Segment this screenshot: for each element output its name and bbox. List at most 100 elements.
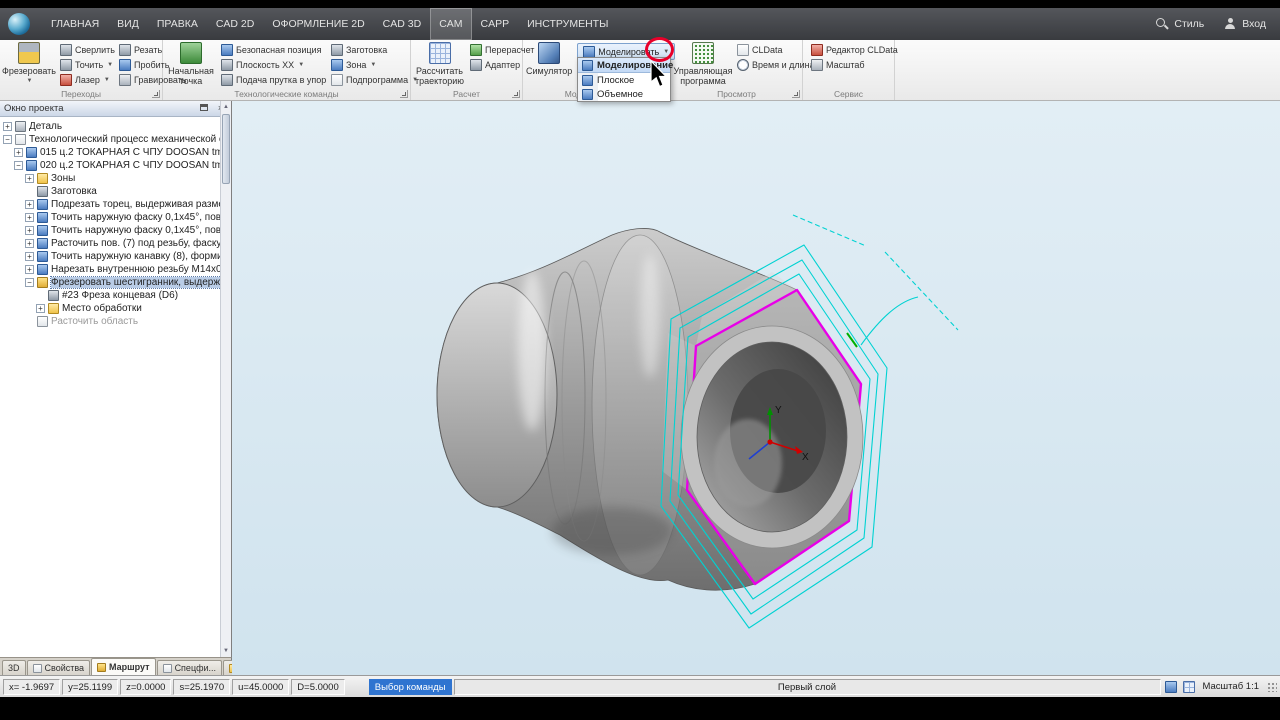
tree-item[interactable]: − 020 ц.2 ТОКАРНАЯ С ЧПУ DOOSAN tm: [0, 159, 231, 172]
style-label[interactable]: Стиль: [1174, 18, 1204, 30]
tree-item[interactable]: − Фрезеровать шестигранник, выдерживая р: [0, 276, 231, 289]
status-field-2: z=0.0000: [120, 678, 172, 695]
menu-tab-6[interactable]: CAM: [430, 8, 472, 40]
zone-button[interactable]: Зона ▼: [328, 57, 404, 72]
recalc-button[interactable]: Перерасчет: [467, 42, 534, 57]
app-logo-icon[interactable]: [8, 13, 30, 35]
minus-expander-icon[interactable]: −: [3, 135, 12, 144]
tree-item[interactable]: +015 ц.2 ТОКАРНАЯ С ЧПУ DOOSAN tm: [0, 146, 231, 159]
bottom-tab-2[interactable]: Маршрут: [91, 658, 156, 675]
plane-button[interactable]: Плоскость XX ▼: [218, 57, 326, 72]
tree-item[interactable]: Заготовка: [0, 185, 231, 198]
area-icon: [37, 316, 48, 327]
scale-icon: [811, 58, 823, 71]
tree-item-label: Расточить пов. (7) под резьбу, фаску 0,1…: [51, 238, 231, 249]
tree-item[interactable]: + Зоны: [0, 172, 231, 185]
tree-item[interactable]: + Точить наружную фаску 0,1х45°, пов. (6)…: [0, 211, 231, 224]
plus-expander-icon[interactable]: +: [25, 265, 34, 274]
subprogram-button[interactable]: Подпрограмма ▼: [328, 72, 418, 87]
menu-tab-1[interactable]: ВИД: [108, 8, 148, 40]
turn-button[interactable]: Точить ▼: [57, 57, 114, 72]
tree-item[interactable]: #23 Фреза концевая (D6): [0, 289, 231, 302]
folder-icon: [37, 173, 48, 184]
view-mode-icon[interactable]: [1164, 680, 1177, 693]
start-point-button[interactable]: Начальная точка: [166, 42, 216, 86]
axis-x-label: X: [802, 452, 809, 463]
bottom-tab-1[interactable]: Свойства: [26, 660, 91, 675]
plus-expander-icon[interactable]: +: [14, 148, 23, 157]
punch-button[interactable]: Пробить: [116, 57, 169, 72]
safe-position-button[interactable]: Безопасная позиция: [218, 42, 326, 57]
drill-button[interactable]: Сверлить▼: [57, 42, 125, 57]
user-icon[interactable]: [1224, 18, 1236, 30]
menu-tab-4[interactable]: ОФОРМЛЕНИЕ 2D: [263, 8, 373, 40]
plus-expander-icon[interactable]: +: [25, 226, 34, 235]
tree-item[interactable]: + Подрезать торец, выдерживая размер 20.5: [0, 198, 231, 211]
cut-button[interactable]: Резать: [116, 42, 164, 57]
lathe-op-icon: [37, 251, 48, 262]
bottom-tab-0[interactable]: 3D: [2, 660, 26, 675]
status-field-1: y=25.1199: [62, 678, 119, 695]
resize-grip-icon[interactable]: [1267, 681, 1277, 692]
plus-expander-icon[interactable]: +: [25, 213, 34, 222]
calc-toolpath-label: Рассчитать траекторию: [415, 66, 464, 86]
grid-icon[interactable]: [1182, 680, 1195, 693]
tree-item[interactable]: + Точить наружную канавку (8), формируя R: [0, 250, 231, 263]
simulator-button[interactable]: Симулятор: [526, 42, 572, 86]
laser-button[interactable]: Лазер ▼: [57, 72, 114, 87]
cldata-editor-button[interactable]: Редактор CLData: [808, 42, 898, 57]
part-model[interactable]: [436, 228, 864, 591]
scroll-down-icon[interactable]: ▼: [221, 646, 231, 656]
stock-button[interactable]: Заготовка: [328, 42, 404, 57]
status-field-3: s=25.1970: [173, 678, 231, 695]
search-icon[interactable]: [1156, 18, 1168, 30]
menu-tab-3[interactable]: CAD 2D: [207, 8, 264, 40]
bottom-tab-label: Маршрут: [109, 662, 150, 672]
bottom-tab-3[interactable]: Спецфи...: [156, 660, 223, 675]
menu-tab-8[interactable]: ИНСТРУМЕНТЫ: [518, 8, 617, 40]
scroll-up-icon[interactable]: ▲: [221, 102, 231, 112]
menu-tab-0[interactable]: ГЛАВНАЯ: [42, 8, 108, 40]
minus-expander-icon[interactable]: −: [25, 278, 34, 287]
scrollbar-thumb[interactable]: [222, 114, 230, 184]
mill-button[interactable]: Фрезеровать ▼: [2, 42, 56, 86]
scale-button[interactable]: Масштаб: [808, 57, 892, 72]
calc-toolpath-button[interactable]: Рассчитать траекторию: [414, 42, 465, 86]
tree-item[interactable]: − Технологический процесс механической об…: [0, 133, 231, 146]
plus-expander-icon[interactable]: +: [25, 239, 34, 248]
tree-item[interactable]: + Точить наружную фаску 0,1х45°, пов. (6)…: [0, 224, 231, 237]
plus-expander-icon[interactable]: +: [25, 252, 34, 261]
letterbox-top: [0, 0, 1280, 8]
tree-item[interactable]: + Деталь: [0, 120, 231, 133]
viewport-3d[interactable]: Y X: [232, 101, 1280, 675]
cldata-button[interactable]: CLData: [734, 42, 800, 57]
turn-label: Точить: [75, 59, 104, 70]
time-length-button[interactable]: Время и длина: [734, 57, 815, 72]
engrave-button[interactable]: Гравировать: [116, 72, 187, 87]
menu-tab-5[interactable]: CAD 3D: [374, 8, 431, 40]
menu-tab-2[interactable]: ПРАВКА: [148, 8, 207, 40]
ribbon-group-prosmotr: Управляющая программа CLData Время и дли…: [671, 40, 815, 100]
plus-expander-icon[interactable]: +: [25, 174, 34, 183]
plus-expander-icon[interactable]: +: [3, 122, 12, 131]
chevron-down-icon: ▼: [26, 78, 33, 84]
plus-expander-icon[interactable]: +: [25, 200, 34, 209]
project-panel-header: Окно проекта ×: [0, 101, 231, 117]
login-label[interactable]: Вход: [1242, 18, 1266, 30]
tree-item[interactable]: + Расточить пов. (7) под резьбу, фаску 0,…: [0, 237, 231, 250]
tree-item[interactable]: Расточить область: [0, 315, 231, 328]
minus-expander-icon[interactable]: −: [14, 161, 23, 170]
tree-item[interactable]: + Нарезать внутреннюю резьбу М14х0.5-6Н: [0, 263, 231, 276]
nc-program-button[interactable]: Управляющая программа: [674, 42, 732, 86]
menu-tab-7[interactable]: CAPP: [472, 8, 519, 40]
tree-scrollbar[interactable]: ▲ ▼: [220, 101, 231, 657]
adapter-button[interactable]: Адаптер: [467, 57, 520, 72]
project-panel: Окно проекта × + Деталь − Технологический п…: [0, 101, 232, 657]
bar-feed-button[interactable]: Подача прутка в упор▼: [218, 72, 336, 87]
ribbon-group-servis: Редактор CLData Масштаб Сервис: [803, 40, 898, 100]
plus-expander-icon[interactable]: +: [36, 304, 45, 313]
tree-item[interactable]: + Место обработки: [0, 302, 231, 315]
status-layer: Первый слой: [453, 678, 1161, 695]
dock-icon[interactable]: [197, 103, 210, 115]
